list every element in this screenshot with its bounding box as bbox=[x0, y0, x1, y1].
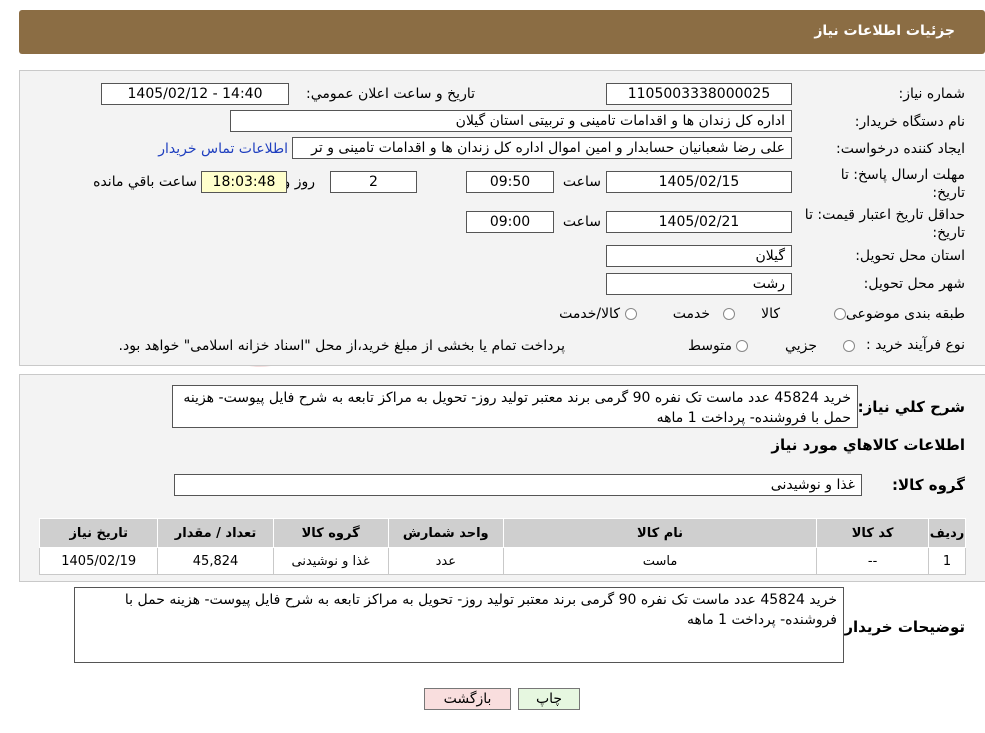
cell-name: ماست bbox=[502, 547, 818, 575]
contact-buyer-link[interactable]: اطلاعات تماس خريدار bbox=[158, 141, 288, 157]
description-textarea[interactable]: خرید 45824 عدد ماست تک نفره 90 گرمی برند… bbox=[172, 385, 858, 428]
validity-time-field: 09:00 bbox=[466, 211, 554, 233]
col-group: گروه كالا bbox=[272, 518, 389, 548]
announce-field: 1405/02/12 - 14:40 bbox=[101, 83, 289, 105]
items-section-title: اطلاعات كالاهاي مورد نياز bbox=[771, 436, 965, 454]
buyer-label: نام دستگاه خريدار: bbox=[854, 114, 965, 130]
category-option-service: خدمت bbox=[672, 306, 710, 322]
province-label: استان محل تحويل: bbox=[855, 248, 965, 264]
deadline-date-field: 1405/02/15 bbox=[606, 171, 792, 193]
col-unit: واحد شمارش bbox=[387, 518, 504, 548]
col-quantity: تعداد / مقدار bbox=[157, 518, 274, 548]
buyer-field: اداره کل زندان ها و اقدامات تامینی و ترب… bbox=[230, 110, 792, 132]
page-header: جزئيات اطلاعات نياز bbox=[19, 10, 985, 54]
items-table: رديف كد كالا نام كالا واحد شمارش گروه كا… bbox=[38, 518, 966, 575]
remaining-time-field: 18:03:48 bbox=[201, 171, 287, 193]
col-code: كد كالا bbox=[816, 518, 930, 548]
need-number-label: شماره نياز: bbox=[898, 86, 966, 102]
back-button[interactable]: بازگشت bbox=[424, 688, 511, 710]
process-option-minor: جزيي bbox=[785, 338, 817, 354]
goods-group-label: گروه کالا: bbox=[892, 476, 965, 494]
description-label: شرح كلي نياز: bbox=[857, 398, 965, 416]
page-title: جزئيات اطلاعات نياز bbox=[814, 23, 955, 39]
days-label: روز و bbox=[283, 174, 316, 190]
creator-label: ايجاد کننده درخواست: bbox=[836, 141, 965, 157]
process-radio-medium[interactable] bbox=[736, 340, 748, 352]
items-table-header: رديف كد كالا نام كالا واحد شمارش گروه كا… bbox=[38, 518, 966, 548]
process-option-medium: متوسط bbox=[688, 338, 732, 354]
cell-code: -- bbox=[816, 547, 930, 575]
category-option-goods-service: کالا/خدمت bbox=[559, 306, 620, 322]
col-row: رديف bbox=[928, 518, 966, 548]
category-option-goods: کالا bbox=[761, 306, 780, 322]
buyer-notes-label: توضيحات خريدار: bbox=[838, 618, 965, 636]
buyer-notes-textarea[interactable]: خرید 45824 عدد ماست تک نفره 90 گرمی برند… bbox=[74, 587, 844, 663]
process-label: نوع فرآيند خريد : bbox=[866, 337, 965, 353]
cell-unit: عدد bbox=[387, 547, 504, 575]
cell-quantity: 45,824 bbox=[157, 547, 274, 575]
print-button[interactable]: چاپ bbox=[518, 688, 580, 710]
goods-group-field: غذا و نوشیدنی bbox=[174, 474, 862, 496]
cell-group: غذا و نوشیدنی bbox=[272, 547, 389, 575]
category-label: طبقه بندی موضوعی: bbox=[841, 306, 965, 322]
city-label: شهر محل تحويل: bbox=[863, 276, 965, 292]
validity-time-label: ساعت bbox=[562, 214, 601, 230]
city-field: رشت bbox=[606, 273, 792, 295]
announce-label: تاريخ و ساعت اعلان عمومي: bbox=[306, 86, 475, 102]
deadline-time-field: 09:50 bbox=[466, 171, 554, 193]
process-note: پرداخت تمام يا بخشی از مبلغ خريد،از محل … bbox=[118, 338, 565, 354]
need-number-field: 1105003338000025 bbox=[606, 83, 792, 105]
creator-field: علی رضا شعبانیان حسابدار و امین اموال اد… bbox=[292, 137, 792, 159]
deadline-time-label: ساعت bbox=[562, 174, 601, 190]
col-name: نام كالا bbox=[502, 518, 818, 548]
validity-date-field: 1405/02/21 bbox=[606, 211, 792, 233]
remaining-label: ساعت باقي مانده bbox=[93, 174, 197, 190]
cell-date: 1405/02/19 bbox=[38, 547, 159, 575]
cell-row: 1 bbox=[928, 547, 966, 575]
category-radio-service[interactable] bbox=[723, 308, 735, 320]
province-field: گیلان bbox=[606, 245, 792, 267]
deadline-label: مهلت ارسال پاسخ: تا تاريخ: bbox=[840, 167, 965, 201]
category-radio-goods-service[interactable] bbox=[625, 308, 637, 320]
col-date: تاريخ نياز bbox=[38, 518, 159, 548]
process-radio-minor[interactable] bbox=[843, 340, 855, 352]
days-field: 2 bbox=[330, 171, 417, 193]
validity-label: حداقل تاريخ اعتبار قيمت: تا تاريخ: bbox=[804, 207, 965, 241]
table-row: 1 -- ماست عدد غذا و نوشیدنی 45,824 1405/… bbox=[38, 547, 966, 575]
category-radio-goods[interactable] bbox=[834, 308, 846, 320]
